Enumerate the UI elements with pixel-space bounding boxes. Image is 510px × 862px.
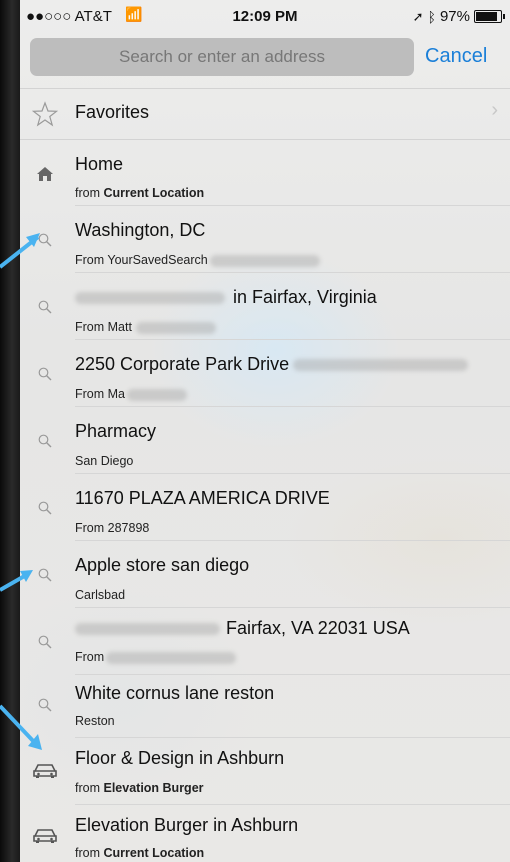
item-title: Elevation Burger in Ashburn bbox=[75, 815, 299, 835]
annotation-arrow-icon bbox=[0, 704, 42, 750]
item-subtitle: From 287898 bbox=[75, 521, 150, 535]
item-subtitle: from Current Location bbox=[75, 846, 205, 860]
item-title: Apple store san diego bbox=[75, 555, 250, 575]
annotation-arrow-icon bbox=[0, 233, 40, 269]
item-subtitle: Carlsbad bbox=[75, 588, 126, 602]
item-subtitle: San Diego bbox=[75, 454, 134, 468]
car-icon bbox=[30, 825, 60, 847]
cancel-button[interactable]: Cancel bbox=[425, 45, 487, 68]
list-item[interactable]: Floor & Design in Ashburn from Elevation… bbox=[20, 738, 510, 804]
list-item[interactable]: Apple store san diego Carlsbad bbox=[20, 541, 510, 607]
star-icon bbox=[30, 99, 60, 129]
magnifier-icon bbox=[30, 364, 60, 384]
item-subtitle: From bbox=[75, 650, 237, 664]
redaction bbox=[135, 321, 216, 334]
status-bar: ●●○○○ AT&T 📶 12:09 PM ➚ ᛒ 97% bbox=[20, 0, 510, 34]
item-subtitle: Reston bbox=[75, 714, 115, 728]
redaction bbox=[209, 254, 320, 267]
battery-percent: 97% bbox=[439, 8, 470, 25]
favorites-row[interactable]: Favorites › bbox=[20, 89, 510, 139]
list-item[interactable]: White cornus lane reston Reston bbox=[20, 675, 510, 737]
search-placeholder: Search or enter an address bbox=[118, 47, 325, 66]
bluetooth-icon: ᛒ bbox=[427, 8, 436, 25]
car-icon bbox=[30, 760, 60, 782]
search-input[interactable]: Search or enter an address bbox=[30, 38, 414, 76]
favorites-label: Favorites bbox=[75, 102, 150, 122]
list-item[interactable]: Fairfax, VA 22031 USA From bbox=[20, 608, 510, 674]
location-arrow-icon: ➚ bbox=[412, 8, 424, 24]
list-item[interactable]: Pharmacy San Diego bbox=[20, 407, 510, 473]
item-subtitle: from Elevation Burger bbox=[75, 781, 204, 795]
annotation-arrow-icon bbox=[0, 570, 33, 592]
item-subtitle: From YourSavedSearch bbox=[75, 253, 320, 267]
redaction bbox=[127, 388, 187, 401]
item-subtitle: From Ma bbox=[75, 387, 187, 401]
item-title: Washington, DC bbox=[75, 220, 206, 240]
house-icon bbox=[30, 162, 60, 186]
list-item[interactable]: 11670 PLAZA AMERICA DRIVE From 287898 bbox=[20, 474, 510, 540]
list-item[interactable]: 2250 Corporate Park Drive From Ma bbox=[20, 340, 510, 406]
magnifier-icon bbox=[30, 498, 60, 518]
redaction bbox=[106, 651, 237, 664]
chevron-right-icon: › bbox=[491, 99, 498, 121]
item-subtitle: from Current Location bbox=[75, 186, 205, 200]
list-item[interactable]: Home from Current Location bbox=[20, 140, 510, 205]
magnifier-icon bbox=[30, 632, 60, 652]
battery-icon bbox=[474, 10, 505, 23]
redaction bbox=[75, 623, 220, 636]
item-title: Pharmacy bbox=[75, 421, 157, 441]
status-right: ➚ ᛒ 97% bbox=[412, 8, 505, 25]
item-title: Fairfax, VA 22031 USA bbox=[75, 618, 410, 639]
list-item[interactable]: Elevation Burger in Ashburn from Current… bbox=[20, 805, 510, 862]
redaction bbox=[75, 292, 225, 305]
item-title: 11670 PLAZA AMERICA DRIVE bbox=[75, 488, 330, 508]
item-title: Floor & Design in Ashburn bbox=[75, 748, 285, 768]
magnifier-icon bbox=[30, 297, 60, 317]
item-title: Home bbox=[75, 154, 124, 174]
magnifier-icon bbox=[30, 431, 60, 451]
item-title: 2250 Corporate Park Drive bbox=[75, 354, 469, 375]
item-title: White cornus lane reston bbox=[75, 683, 275, 703]
item-title: in Fairfax, Virginia bbox=[75, 287, 377, 308]
list-item[interactable]: Washington, DC From YourSavedSearch bbox=[20, 206, 510, 272]
item-subtitle: From Matt bbox=[75, 320, 216, 334]
list-item[interactable]: in Fairfax, Virginia From Matt bbox=[20, 273, 510, 339]
maps-search-screen: ●●○○○ AT&T 📶 12:09 PM ➚ ᛒ 97% Search or … bbox=[20, 0, 510, 862]
redaction bbox=[293, 359, 469, 372]
